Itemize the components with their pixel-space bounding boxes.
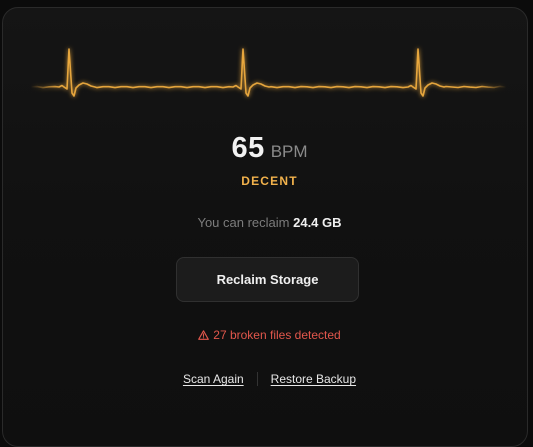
reclaim-summary: You can reclaim 24.4 GB xyxy=(3,215,527,230)
bpm-unit: BPM xyxy=(270,142,308,161)
reclaim-amount: 24.4 GB xyxy=(293,215,342,230)
health-card: 65 BPM DECENT You can reclaim 24.4 GB Rec… xyxy=(2,7,528,447)
ecg-waveform xyxy=(30,48,507,97)
ecg-trace xyxy=(30,48,507,97)
scan-again-link[interactable]: Scan Again xyxy=(183,372,244,386)
reclaim-prefix: You can reclaim xyxy=(197,215,290,230)
secondary-actions: Scan Again Restore Backup xyxy=(3,372,527,386)
warning-text: 27 broken files detected xyxy=(213,328,341,342)
actions-divider xyxy=(256,372,258,386)
reclaim-storage-button[interactable]: Reclaim Storage xyxy=(176,257,359,302)
broken-files-warning: 27 broken files detected xyxy=(3,328,527,342)
status-label: DECENT xyxy=(241,174,298,188)
heart-rate: 65 BPM xyxy=(3,132,527,165)
warning-triangle-icon xyxy=(198,330,210,340)
restore-backup-link[interactable]: Restore Backup xyxy=(271,372,356,386)
bpm-value: 65 xyxy=(231,132,265,164)
